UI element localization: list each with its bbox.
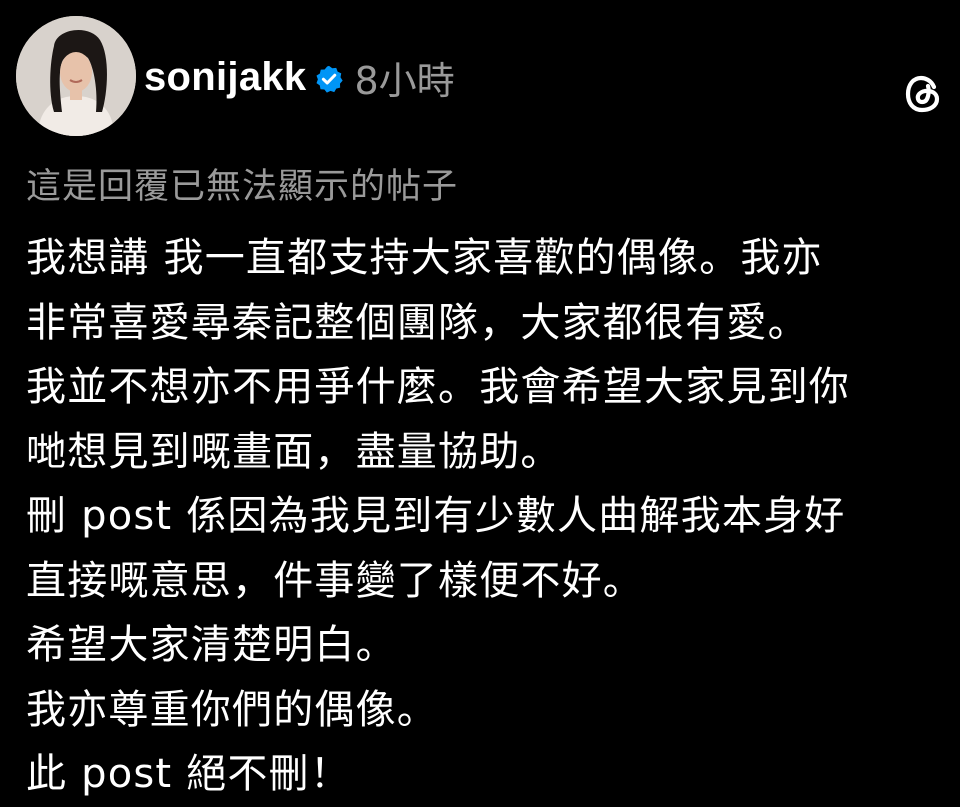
post-text-line: 希望大家清楚明白。: [26, 622, 397, 668]
user-info: sonijakk 8小時: [144, 49, 455, 105]
post-text-line: 哋想見到嘅畫面，盡量協助。: [26, 428, 562, 475]
post-text-line: 此 post 絕不刪！: [26, 751, 352, 797]
threads-logo-icon[interactable]: [904, 72, 944, 116]
post-text-line: 直接嘅意思，件事變了樣便不好。: [26, 557, 644, 604]
username-link[interactable]: sonijakk: [144, 55, 306, 100]
avatar-image: [16, 16, 136, 136]
avatar[interactable]: [16, 16, 136, 136]
post-timestamp: 8小時: [354, 58, 455, 103]
post-text-line: 我並不想亦不用爭什麼。我會希望大家見到你: [26, 364, 850, 410]
post-text-line: 我亦尊重你們的偶像。: [26, 686, 438, 733]
post-text-line: 我想講 我一直都支持大家喜歡的偶像。我亦: [26, 235, 823, 281]
verified-badge-icon: [316, 65, 344, 93]
post-header: sonijakk 8小時: [16, 16, 944, 136]
post-text-line: 刪 post 係因為我見到有少數人曲解我本身好: [26, 493, 846, 539]
hidden-reply-note[interactable]: 這是回覆已無法顯示的帖子: [26, 158, 458, 209]
post-text-line: 非常喜愛尋秦記整個團隊，大家都很有愛。: [26, 299, 809, 346]
post-body: 我想講 我一直都支持大家喜歡的偶像。我亦 非常喜愛尋秦記整個團隊，大家都很有愛。…: [26, 226, 946, 807]
